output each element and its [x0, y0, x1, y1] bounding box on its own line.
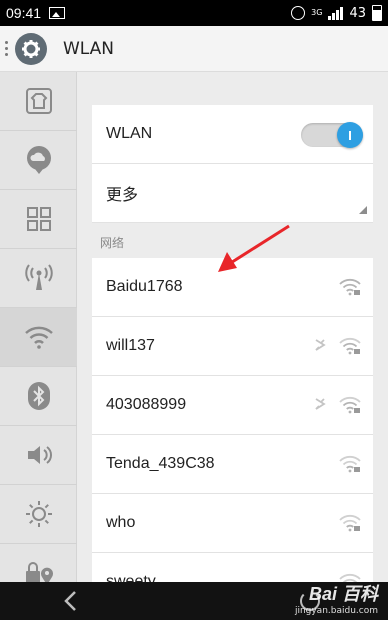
back-arrow-icon[interactable] — [62, 590, 78, 612]
title-bar: WLAN — [0, 26, 388, 72]
annotation-arrow-icon — [218, 224, 290, 272]
wlan-settings-screen: 09:41 3G 43 WLAN WLAN 更多 网络 Baidu1768 wi… — [0, 0, 388, 620]
menu-dots-icon[interactable] — [5, 41, 9, 56]
grid-apps-icon — [26, 207, 51, 231]
wifi-icon — [24, 326, 53, 349]
rail-item-bluetooth[interactable] — [0, 367, 77, 426]
bluetooth-icon — [27, 382, 50, 410]
rail-item-display[interactable] — [0, 485, 77, 544]
page-title: WLAN — [63, 38, 115, 59]
image-notification-icon — [49, 7, 66, 19]
rail-item-sound[interactable] — [0, 426, 77, 485]
watermark-url: jingyan.baidu.com — [294, 606, 378, 616]
watermark: Bai 百科 jingyan.baidu.com — [258, 580, 378, 616]
rail-item-wlan[interactable] — [0, 308, 77, 367]
status-bar: 09:41 3G 43 — [0, 0, 388, 26]
battery-level: 43 — [349, 5, 366, 21]
rail-item-theme[interactable] — [0, 72, 77, 131]
rail-item-apps[interactable] — [0, 190, 77, 249]
status-time: 09:41 — [6, 5, 42, 21]
status-indicators: 3G 43 — [291, 5, 382, 21]
network-type: 3G — [311, 8, 323, 17]
antenna-signal-icon — [24, 264, 53, 290]
settings-category-rail — [0, 72, 77, 603]
settings-gear-icon[interactable] — [15, 32, 47, 65]
volume-icon — [27, 446, 52, 464]
brightness-icon — [25, 501, 52, 527]
rail-item-mobile-network[interactable] — [0, 249, 77, 308]
theme-shirt-icon — [25, 88, 52, 114]
battery-icon — [372, 5, 382, 21]
watermark-logo: Bai 百科 — [308, 584, 378, 604]
content-panel: WLAN 更多 网络 Baidu1768 will137 403088999 T… — [77, 72, 388, 582]
navigation-bar: Bai 百科 jingyan.baidu.com — [0, 582, 388, 620]
signal-strength-icon — [328, 6, 344, 20]
rail-item-cloud[interactable] — [0, 131, 77, 190]
cloud-chat-icon — [26, 146, 51, 174]
alarm-icon — [291, 6, 306, 20]
